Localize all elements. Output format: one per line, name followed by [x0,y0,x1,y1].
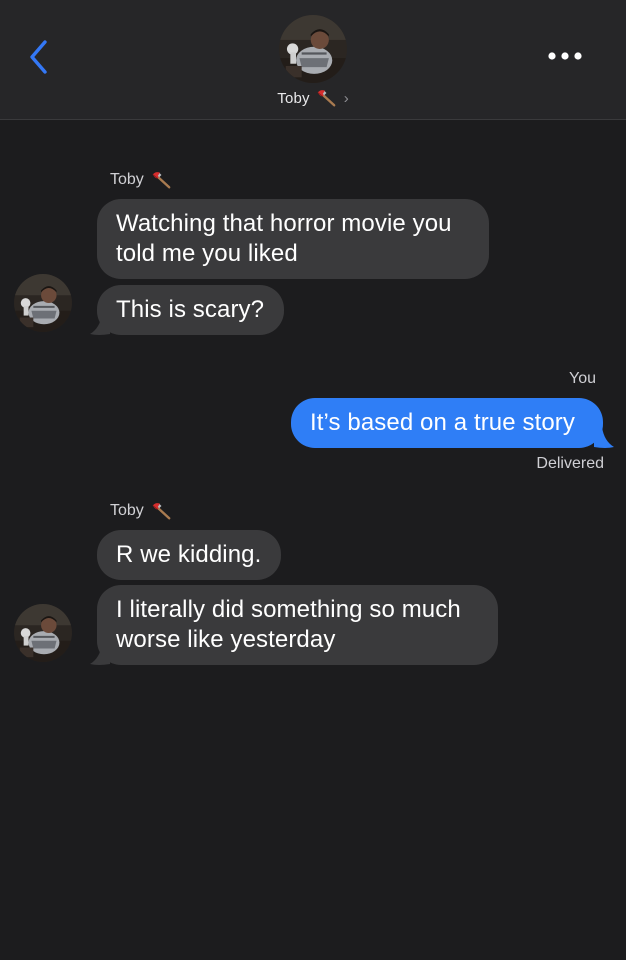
bubble-tail [90,314,110,335]
conversation-header: Toby › [0,0,626,120]
message-bubble[interactable]: I literally did something so much worse … [97,585,498,665]
message-bubble[interactable]: This is scary? [97,285,284,335]
sender-label: You [569,370,596,387]
axe-icon [315,88,337,108]
delivery-status: Delivered [536,455,604,472]
contact-info-button[interactable]: Toby › [0,88,626,108]
message-bubble[interactable]: R we kidding. [97,530,281,580]
message-text: It’s based on a true story [310,409,575,436]
contact-avatar[interactable] [279,15,347,83]
bubble-tail [594,427,614,448]
sender-label: Toby [110,170,172,190]
message-text: Watching that horror movie you told me y… [116,210,452,267]
more-dots-icon [548,52,582,60]
axe-icon [150,501,172,521]
more-options-button[interactable] [544,44,588,68]
message-text: R we kidding. [116,541,262,568]
contact-avatar[interactable] [14,604,72,662]
chevron-left-icon [30,40,47,74]
sender-name: Toby [110,171,144,188]
sender-name: Toby [110,502,144,519]
message-text: This is scary? [116,296,265,323]
messages-screen: Toby › Toby Watching that horror movie y… [0,0,626,960]
axe-icon [150,170,172,190]
bubble-tail [90,644,110,665]
back-button[interactable] [22,36,56,78]
sender-label: Toby [110,501,172,521]
contact-name: Toby [277,89,310,107]
contact-avatar[interactable] [14,274,72,332]
chevron-right-icon: › [343,89,349,107]
message-bubble[interactable]: Watching that horror movie you told me y… [97,199,489,279]
message-bubble[interactable]: It’s based on a true story [291,398,603,448]
message-text: I literally did something so much worse … [116,596,461,653]
